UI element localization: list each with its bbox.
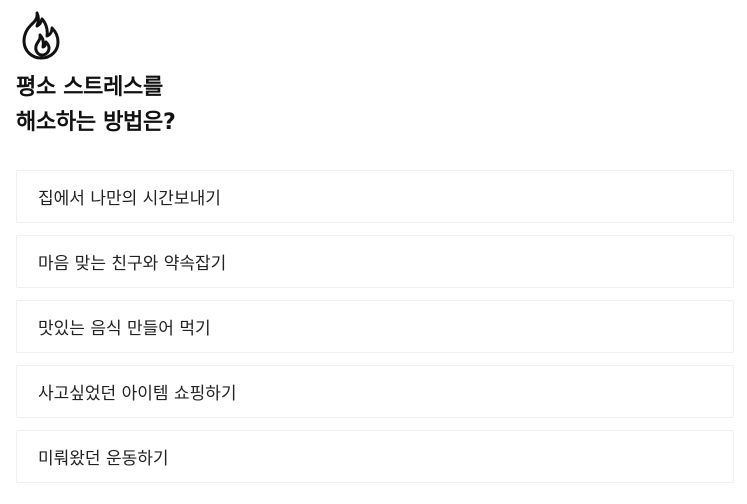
question-title: 평소 스트레스를 해소하는 방법은? [16,70,176,140]
survey-question-card: 평소 스트레스를 해소하는 방법은? 집에서 나만의 시간보내기 마음 맞는 친… [0,0,747,504]
answer-option-label: 사고싶었던 아이템 쇼핑하기 [38,384,237,404]
answer-option-label: 미뤄왔던 운동하기 [38,449,169,469]
question-line-2: 해소하는 방법은? [16,110,176,135]
answer-option-label: 집에서 나만의 시간보내기 [38,189,221,209]
answer-option[interactable]: 집에서 나만의 시간보내기 [16,170,734,223]
answer-option[interactable]: 사고싶었던 아이템 쇼핑하기 [16,365,734,418]
answer-option-label: 맛있는 음식 만들어 먹기 [38,319,211,339]
fire-icon [22,11,60,60]
answer-option[interactable]: 마음 맞는 친구와 약속잡기 [16,235,734,288]
question-line-1: 평소 스트레스를 [16,75,163,100]
answer-option-label: 마음 맞는 친구와 약속잡기 [38,254,227,274]
answer-option[interactable]: 맛있는 음식 만들어 먹기 [16,300,734,353]
answer-options: 집에서 나만의 시간보내기 마음 맞는 친구와 약속잡기 맛있는 음식 만들어 … [16,170,734,483]
answer-option[interactable]: 미뤄왔던 운동하기 [16,430,734,483]
